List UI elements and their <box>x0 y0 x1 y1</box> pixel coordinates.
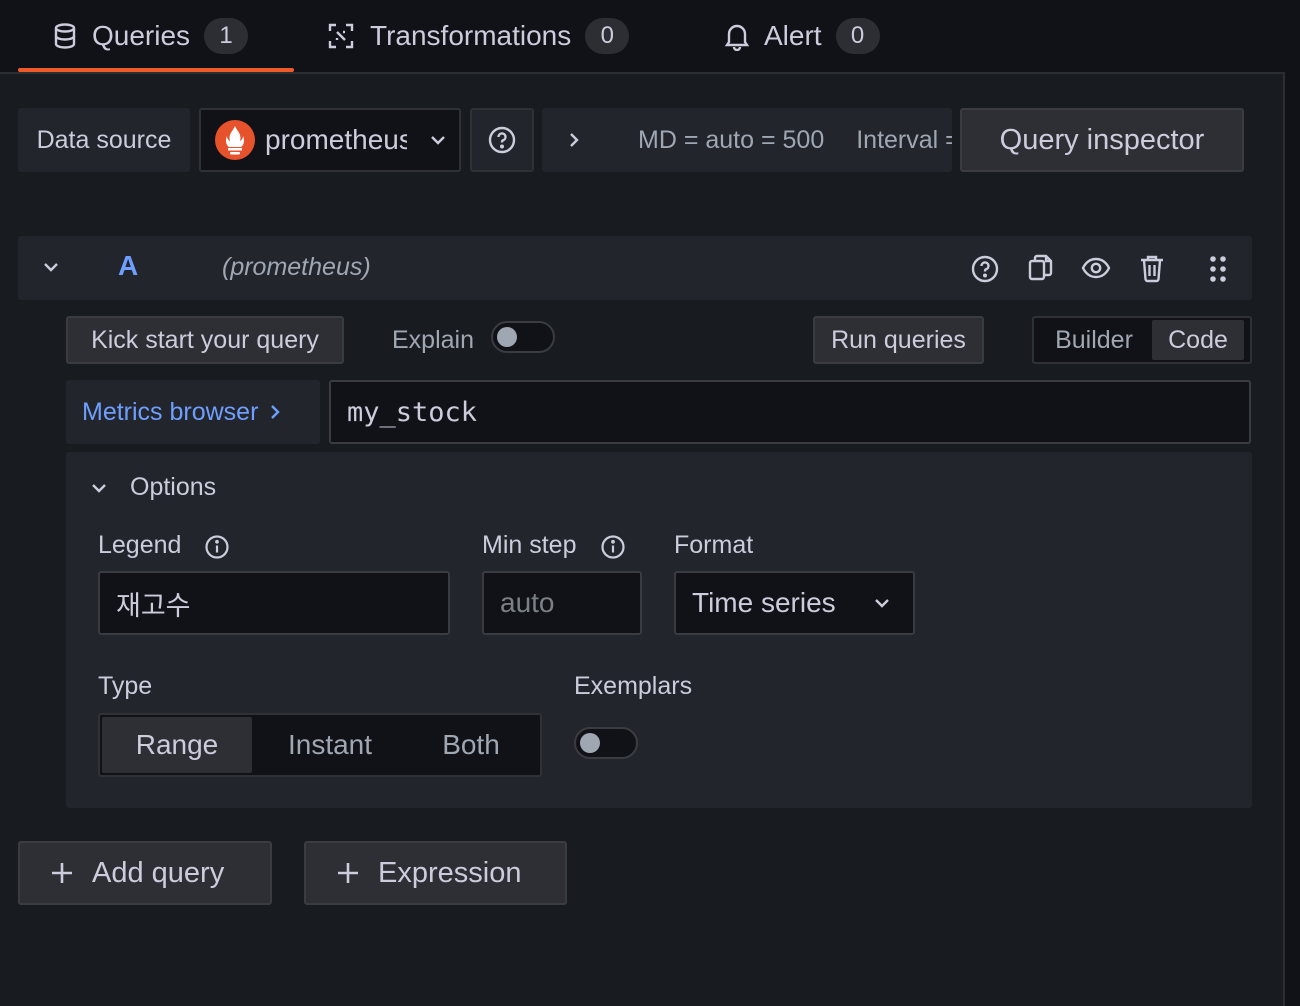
metrics-browser-label: Metrics browser <box>82 397 259 426</box>
eye-icon[interactable] <box>1081 256 1111 280</box>
data-source-picker[interactable]: prometheus <box>199 108 461 172</box>
panel-right-border <box>1283 72 1285 1006</box>
tab-transformations[interactable]: Transformations 0 <box>326 14 630 58</box>
database-icon <box>52 22 78 50</box>
kick-start-query-button[interactable]: Kick start your query <box>66 316 344 364</box>
chevron-down-icon <box>873 597 891 609</box>
query-ref-id[interactable]: A <box>118 250 138 282</box>
plus-icon <box>336 861 360 885</box>
tab-queries[interactable]: Queries 1 <box>52 14 249 58</box>
data-source-value: prometheus <box>265 124 407 155</box>
promql-expression-input[interactable]: my_stock <box>329 380 1251 444</box>
chevron-down-icon <box>429 134 447 146</box>
exemplars-label: Exemplars <box>574 672 693 700</box>
options-title[interactable]: Options <box>130 473 216 502</box>
tabs-divider <box>0 72 1285 74</box>
trash-icon[interactable] <box>1138 253 1166 283</box>
interval-info: Interval = 15s <box>856 125 952 154</box>
mode-code-option[interactable]: Code <box>1152 320 1244 360</box>
add-expression-button[interactable]: Expression <box>304 841 567 905</box>
explain-label: Explain <box>392 326 474 354</box>
format-value: Time series <box>692 587 836 618</box>
tab-alert[interactable]: Alert 0 <box>724 14 880 58</box>
tab-count-badge: 0 <box>835 18 880 54</box>
info-icon[interactable] <box>600 534 626 560</box>
chevron-right-icon <box>568 131 580 149</box>
info-icon[interactable] <box>204 534 230 560</box>
min-step-input[interactable]: auto <box>482 571 642 635</box>
type-label: Type <box>98 672 153 700</box>
add-query-button[interactable]: Add query <box>18 841 272 905</box>
data-source-help-button[interactable] <box>470 108 534 172</box>
legend-label: Legend <box>98 531 182 559</box>
query-row-header[interactable]: A (prometheus) <box>18 236 1252 300</box>
query-inspector-button[interactable]: Query inspector <box>960 108 1244 172</box>
editor-mode-toggle: Builder Code <box>1032 316 1252 364</box>
mode-builder-option[interactable]: Builder <box>1036 320 1152 360</box>
drag-handle-icon[interactable] <box>1208 254 1228 284</box>
help-icon[interactable] <box>970 254 1000 284</box>
plus-icon <box>50 861 74 885</box>
options-collapse-chevron-icon[interactable] <box>90 482 108 494</box>
type-range-option[interactable]: Range <box>102 717 252 773</box>
format-label: Format <box>674 531 754 559</box>
type-instant-option[interactable]: Instant <box>252 717 408 773</box>
run-queries-button[interactable]: Run queries <box>813 316 984 364</box>
tab-label: Queries <box>92 20 191 51</box>
format-select[interactable]: Time series <box>674 571 915 635</box>
query-type-radio: Range Instant Both <box>98 713 542 777</box>
bell-icon <box>724 21 750 51</box>
add-query-label: Add query <box>92 856 225 889</box>
duplicate-icon[interactable] <box>1026 253 1054 283</box>
max-data-points-info: MD = auto = 500 <box>638 125 825 154</box>
prometheus-logo-icon <box>215 120 255 160</box>
tab-count-badge: 0 <box>585 18 630 54</box>
expression-label: Expression <box>378 856 522 889</box>
legend-input[interactable]: 재고수 <box>98 571 450 635</box>
query-options-toggle[interactable]: MD = auto = 500 Interval = 15s <box>542 108 952 172</box>
min-step-label: Min step <box>482 531 577 559</box>
exemplars-toggle[interactable] <box>574 727 638 759</box>
help-circle-icon <box>487 125 517 155</box>
tab-count-badge: 1 <box>204 18 249 54</box>
chevron-right-icon <box>270 404 281 420</box>
data-source-label: Data source <box>18 108 190 172</box>
tab-label: Alert <box>764 20 822 51</box>
type-both-option[interactable]: Both <box>408 717 534 773</box>
explain-toggle[interactable] <box>491 321 555 353</box>
collapse-chevron-icon[interactable] <box>42 261 60 273</box>
tab-label: Transformations <box>370 20 572 51</box>
query-datasource-name: (prometheus) <box>222 253 371 281</box>
transform-icon <box>326 21 356 51</box>
metrics-browser-button[interactable]: Metrics browser <box>66 380 320 444</box>
